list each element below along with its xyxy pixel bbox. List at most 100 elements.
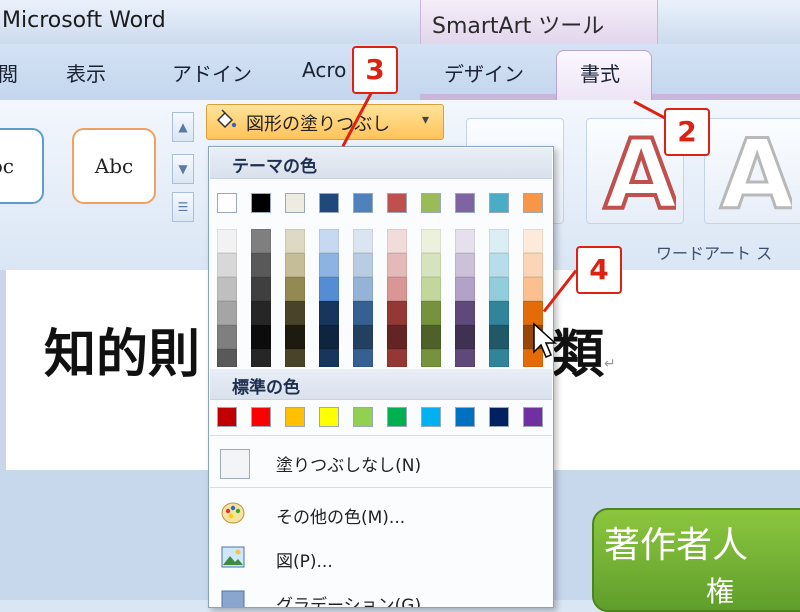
theme-color-swatch[interactable] bbox=[251, 193, 271, 213]
more-colors-item[interactable]: その他の色(M)... bbox=[210, 495, 552, 535]
theme-shade-swatch[interactable] bbox=[387, 253, 407, 277]
theme-shade-swatch[interactable] bbox=[455, 301, 475, 325]
tab-design[interactable]: デザイン bbox=[444, 58, 524, 87]
theme-shade-swatch[interactable] bbox=[353, 349, 373, 367]
theme-shade-swatch[interactable] bbox=[489, 325, 509, 349]
theme-shade-swatch[interactable] bbox=[455, 253, 475, 277]
document-heading-end[interactable]: 類 bbox=[552, 312, 604, 387]
tab-format[interactable]: 書式 bbox=[580, 58, 620, 87]
theme-shade-swatch[interactable] bbox=[285, 349, 305, 367]
theme-shade-swatch[interactable] bbox=[455, 229, 475, 253]
theme-color-swatch[interactable] bbox=[319, 193, 339, 213]
theme-shade-swatch[interactable] bbox=[251, 325, 271, 349]
theme-shade-swatch[interactable] bbox=[319, 277, 339, 301]
theme-color-swatch[interactable] bbox=[285, 193, 305, 213]
theme-shade-swatch[interactable] bbox=[421, 277, 441, 301]
theme-shade-swatch[interactable] bbox=[285, 253, 305, 277]
theme-shade-swatch[interactable] bbox=[217, 229, 237, 253]
theme-shade-swatch[interactable] bbox=[251, 301, 271, 325]
theme-color-swatch[interactable] bbox=[217, 193, 237, 213]
theme-shade-swatch[interactable] bbox=[523, 277, 543, 301]
theme-shade-swatch[interactable] bbox=[285, 325, 305, 349]
theme-shade-swatch[interactable] bbox=[353, 253, 373, 277]
tab-review[interactable]: 閲 bbox=[0, 58, 18, 87]
theme-shade-swatch[interactable] bbox=[387, 325, 407, 349]
standard-color-swatch[interactable] bbox=[387, 407, 407, 427]
theme-shade-swatch[interactable] bbox=[421, 301, 441, 325]
menu-separator bbox=[210, 487, 552, 488]
standard-color-swatch[interactable] bbox=[489, 407, 509, 427]
document-heading[interactable]: 知的則 bbox=[44, 312, 200, 387]
theme-shade-swatch[interactable] bbox=[489, 301, 509, 325]
theme-shade-swatch[interactable] bbox=[387, 229, 407, 253]
chevron-down-icon[interactable]: ▾ bbox=[422, 112, 429, 128]
theme-shade-swatch[interactable] bbox=[251, 253, 271, 277]
theme-color-swatch[interactable] bbox=[421, 193, 441, 213]
standard-color-swatch[interactable] bbox=[217, 407, 237, 427]
theme-shade-swatch[interactable] bbox=[489, 229, 509, 253]
theme-shade-swatch[interactable] bbox=[319, 301, 339, 325]
standard-color-swatch[interactable] bbox=[421, 407, 441, 427]
shape-style-option[interactable]: bc bbox=[0, 128, 44, 204]
theme-shade-swatch[interactable] bbox=[421, 325, 441, 349]
theme-shade-swatch[interactable] bbox=[251, 349, 271, 367]
gallery-more-button[interactable]: ☰ bbox=[172, 192, 194, 222]
theme-shade-swatch[interactable] bbox=[523, 229, 543, 253]
theme-shade-swatch[interactable] bbox=[217, 301, 237, 325]
theme-shade-swatch[interactable] bbox=[489, 277, 509, 301]
theme-shade-swatch[interactable] bbox=[421, 253, 441, 277]
gallery-scroll-up-button[interactable]: ▲ bbox=[172, 112, 194, 142]
no-fill-item[interactable]: 塗りつぶしなし(N) bbox=[210, 443, 552, 483]
theme-shade-swatch[interactable] bbox=[251, 277, 271, 301]
theme-shade-swatch[interactable] bbox=[319, 325, 339, 349]
app-title: Microsoft Word bbox=[2, 8, 166, 33]
theme-shade-swatch[interactable] bbox=[421, 349, 441, 367]
svg-text:A: A bbox=[720, 122, 792, 218]
theme-shade-swatch[interactable] bbox=[319, 349, 339, 367]
theme-color-swatch[interactable] bbox=[353, 193, 373, 213]
theme-shade-swatch[interactable] bbox=[217, 277, 237, 301]
theme-shade-swatch[interactable] bbox=[455, 349, 475, 367]
theme-shade-swatch[interactable] bbox=[285, 277, 305, 301]
theme-shade-swatch[interactable] bbox=[217, 349, 237, 367]
theme-shade-swatch[interactable] bbox=[285, 229, 305, 253]
standard-color-swatch[interactable] bbox=[523, 407, 543, 427]
theme-shade-swatch[interactable] bbox=[319, 253, 339, 277]
standard-color-swatch[interactable] bbox=[319, 407, 339, 427]
theme-shade-swatch[interactable] bbox=[353, 325, 373, 349]
gradient-fill-item[interactable]: グラデーション(G) bbox=[210, 583, 552, 607]
tab-view[interactable]: 表示 bbox=[66, 58, 106, 87]
theme-shade-swatch[interactable] bbox=[387, 301, 407, 325]
theme-shade-swatch[interactable] bbox=[387, 349, 407, 367]
theme-shade-swatch[interactable] bbox=[217, 325, 237, 349]
theme-shade-swatch[interactable] bbox=[217, 253, 237, 277]
theme-shade-swatch[interactable] bbox=[421, 229, 441, 253]
picture-fill-item[interactable]: 図(P)... bbox=[210, 539, 552, 579]
standard-color-swatch[interactable] bbox=[455, 407, 475, 427]
theme-shade-swatch[interactable] bbox=[489, 253, 509, 277]
callout-4: 4 bbox=[576, 246, 622, 294]
theme-shade-swatch[interactable] bbox=[353, 301, 373, 325]
theme-colors-title: テーマの色 bbox=[232, 157, 317, 177]
theme-shade-swatch[interactable] bbox=[523, 253, 543, 277]
theme-color-swatch[interactable] bbox=[387, 193, 407, 213]
standard-color-swatch[interactable] bbox=[353, 407, 373, 427]
theme-shade-swatch[interactable] bbox=[387, 277, 407, 301]
theme-shade-swatch[interactable] bbox=[285, 301, 305, 325]
theme-shade-swatch[interactable] bbox=[251, 229, 271, 253]
theme-color-swatch[interactable] bbox=[489, 193, 509, 213]
shape-style-option[interactable]: Abc bbox=[72, 128, 156, 204]
theme-shade-swatch[interactable] bbox=[489, 349, 509, 367]
theme-shade-swatch[interactable] bbox=[319, 229, 339, 253]
standard-color-swatch[interactable] bbox=[251, 407, 271, 427]
theme-color-swatch[interactable] bbox=[523, 193, 543, 213]
theme-shade-swatch[interactable] bbox=[353, 229, 373, 253]
theme-color-swatch[interactable] bbox=[455, 193, 475, 213]
tab-addins[interactable]: アドイン bbox=[172, 58, 252, 87]
theme-shade-swatch[interactable] bbox=[455, 277, 475, 301]
gallery-scroll-down-button[interactable]: ▼ bbox=[172, 154, 194, 184]
theme-shade-swatch[interactable] bbox=[353, 277, 373, 301]
tab-acrobat[interactable]: Acro bbox=[302, 58, 346, 82]
theme-shade-swatch[interactable] bbox=[455, 325, 475, 349]
standard-color-swatch[interactable] bbox=[285, 407, 305, 427]
